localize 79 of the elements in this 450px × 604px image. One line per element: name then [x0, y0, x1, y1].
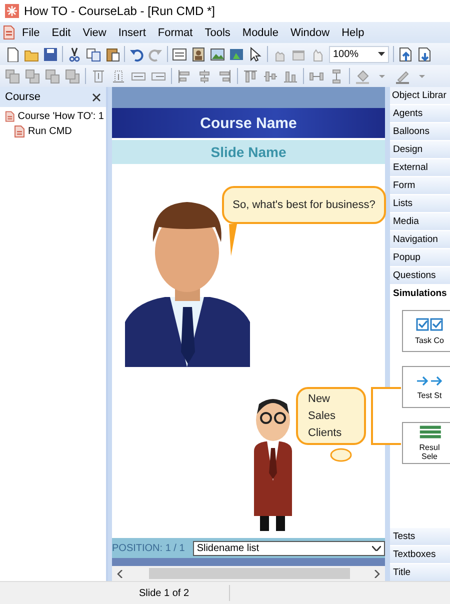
library-tab[interactable]: Media [390, 212, 450, 230]
document-icon[interactable] [3, 25, 15, 40]
thought-bubble-dot-icon [330, 448, 352, 462]
app-logo-icon [5, 4, 19, 18]
menu-item[interactable]: Window [283, 26, 335, 38]
position-label: POSITION: 1 / 1 [112, 542, 185, 554]
scrollbar-thumb[interactable] [149, 568, 350, 579]
text-box-icon[interactable] [172, 46, 187, 62]
align-middle-icon[interactable] [263, 68, 278, 84]
library-tab[interactable]: Design [390, 140, 450, 158]
library-tab[interactable]: Agents [390, 104, 450, 122]
library-tab[interactable]: Navigation [390, 230, 450, 248]
align-top-icon[interactable] [243, 68, 258, 84]
tree-item[interactable]: Run CMD [0, 124, 106, 139]
library-tab[interactable]: Popup [390, 248, 450, 266]
library-tab[interactable]: Tests [390, 527, 450, 545]
bubble-tail-icon [228, 224, 238, 256]
align-right-icon[interactable] [217, 68, 232, 84]
picture-icon[interactable] [210, 46, 225, 62]
align-top-icon[interactable] [91, 68, 106, 84]
library-tab[interactable]: Balloons [390, 122, 450, 140]
dropdown-caret-icon [378, 52, 385, 56]
library-tab[interactable]: Title [390, 563, 450, 581]
page-up-arrow-icon[interactable] [398, 46, 413, 62]
pen-line-icon[interactable] [395, 68, 410, 84]
page-icon[interactable] [5, 46, 20, 62]
document-icon [14, 125, 25, 138]
undo-arrow-icon[interactable] [129, 46, 144, 62]
dropdown-caret-icon [372, 546, 381, 550]
bring-front-icon[interactable] [45, 68, 60, 84]
send-backward-icon[interactable] [25, 68, 40, 84]
slide-name-bar: Slide Name [112, 140, 385, 164]
panel-title: Course [5, 91, 40, 103]
image-icon[interactable] [229, 46, 244, 62]
library-tab[interactable]: Lists [390, 194, 450, 212]
library-item[interactable]: Resul Sele [402, 422, 450, 464]
course-name-banner: Course Name [112, 108, 385, 140]
document-icon [5, 110, 15, 123]
paint-bucket-icon[interactable] [355, 68, 370, 84]
library-tab[interactable]: Form [390, 176, 450, 194]
library-tab[interactable]: External [390, 158, 450, 176]
library-tab[interactable]: Textboxes [390, 545, 450, 563]
align-left-icon[interactable] [177, 68, 192, 84]
library-item[interactable]: Task Co [402, 310, 450, 352]
arrow-icon [416, 374, 444, 386]
close-icon[interactable] [92, 92, 101, 102]
speech-bubble: So, what's best for business? [222, 186, 386, 224]
menu-item[interactable]: Tools [198, 26, 236, 38]
slidename-dropdown[interactable]: Slidename list [192, 540, 385, 556]
menu-item[interactable]: Help [334, 26, 370, 38]
page-down-arrow-icon[interactable] [417, 46, 432, 62]
clipboard-icon[interactable] [105, 46, 120, 62]
align-bottom-icon[interactable] [283, 68, 298, 84]
thought-bubble: New Sales Clients [296, 387, 366, 445]
pointer-icon[interactable] [248, 46, 263, 62]
menu-item[interactable]: Insert [111, 26, 151, 38]
send-back-icon[interactable] [65, 68, 80, 84]
scissors-icon[interactable] [67, 46, 82, 62]
menu-item[interactable]: Edit [44, 26, 76, 38]
copy-icon[interactable] [86, 46, 101, 62]
align-center-icon[interactable] [197, 68, 212, 84]
status-text: Slide 1 of 2 [139, 588, 190, 598]
window-title: How TO - CourseLab - [Run CMD *] [24, 4, 215, 18]
menu-item[interactable]: View [76, 26, 112, 38]
menu-item[interactable]: File [15, 26, 45, 38]
horizontal-scrollbar[interactable] [112, 566, 385, 581]
tree-item[interactable]: Course 'How TO': 1 [0, 109, 106, 124]
scroll-left-icon[interactable] [117, 570, 123, 578]
library-tab[interactable]: Questions [390, 266, 450, 284]
portrait-icon[interactable] [191, 46, 206, 62]
zoom-dropdown[interactable]: 100% [329, 46, 389, 62]
menu-item[interactable]: Format [150, 26, 198, 38]
panel-title: Object Librar [390, 87, 450, 104]
scroll-right-icon[interactable] [374, 570, 380, 578]
align-bottom-icon[interactable] [111, 68, 126, 84]
library-item[interactable]: Test St [402, 366, 450, 408]
menu-item[interactable]: Module [235, 26, 284, 38]
checkbox-icon [416, 318, 444, 332]
bring-forward-icon[interactable] [5, 68, 20, 84]
